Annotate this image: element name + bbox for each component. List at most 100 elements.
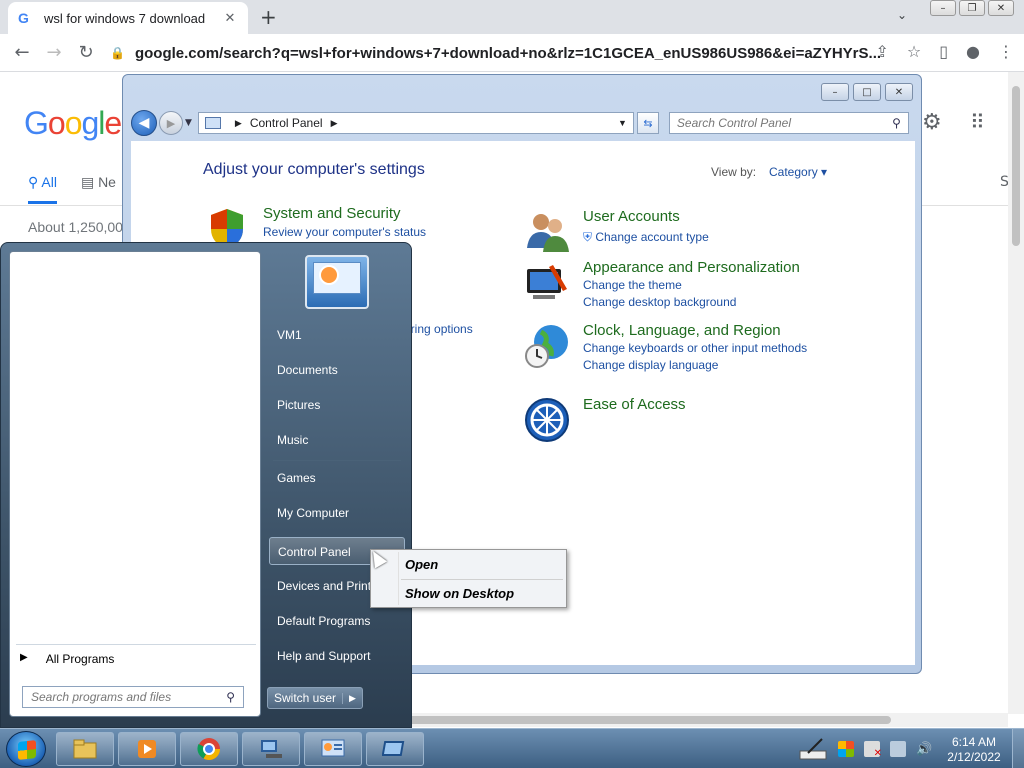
- start-item-music[interactable]: Music: [269, 426, 405, 454]
- category-link[interactable]: Change keyboards or other input methods: [583, 341, 807, 355]
- close-tab-icon[interactable]: ✕: [222, 11, 238, 26]
- lock-icon[interactable]: 🔒: [110, 46, 125, 60]
- page-title: Adjust your computer's settings: [203, 161, 425, 178]
- minimize-icon[interactable]: –: [930, 0, 956, 16]
- breadcrumb-control-panel[interactable]: Control Panel: [250, 116, 323, 130]
- cp-refresh-icon[interactable]: ⇆: [636, 112, 659, 134]
- new-tab-icon[interactable]: +: [260, 5, 277, 29]
- address-dropdown-icon[interactable]: ▼: [618, 118, 627, 128]
- cp-address-bar[interactable]: ▶ Control Panel ▶ ▼: [197, 112, 634, 134]
- category-link[interactable]: Change the theme: [583, 278, 682, 292]
- start-item-default-programs[interactable]: Default Programs: [269, 607, 405, 635]
- start-item-pictures[interactable]: Pictures: [269, 391, 405, 419]
- forward-icon[interactable]: →: [38, 42, 70, 63]
- category-title[interactable]: Clock, Language, and Region: [583, 322, 781, 339]
- browser-tab[interactable]: G wsl for windows 7 download ✕: [8, 2, 248, 34]
- show-desktop-button[interactable]: [1012, 729, 1024, 768]
- recent-pages-chevron-icon[interactable]: ▼: [185, 118, 192, 128]
- start-item-documents[interactable]: Documents: [269, 356, 405, 384]
- back-icon[interactable]: ←: [6, 42, 38, 63]
- network-icon[interactable]: [890, 741, 906, 757]
- menu-kebab-icon[interactable]: ⋮: [998, 42, 1014, 61]
- restore-icon[interactable]: ❐: [959, 0, 985, 16]
- side-panel-icon[interactable]: ▯: [939, 42, 948, 61]
- start-item-games[interactable]: Games: [269, 464, 405, 492]
- google-favicon-icon: G: [18, 10, 29, 26]
- taskbar: ✕ 🔊 6:14 AM 2/12/2022: [0, 728, 1024, 768]
- network-error-icon[interactable]: ✕: [864, 741, 882, 759]
- taskbar-media-player[interactable]: [118, 732, 176, 766]
- start-item-help-support[interactable]: Help and Support: [269, 642, 405, 670]
- context-menu-show-on-desktop[interactable]: Show on Desktop: [373, 581, 564, 607]
- reload-icon[interactable]: ↻: [70, 42, 102, 63]
- url-text: google.com/search?q=wsl+for+windows+7+do…: [134, 44, 880, 62]
- vertical-scrollbar[interactable]: [1008, 72, 1024, 714]
- search-icon[interactable]: ⚲: [226, 690, 235, 704]
- pen-input-icon[interactable]: [798, 737, 828, 761]
- globe-clock-icon[interactable]: [523, 322, 571, 370]
- cp-maximize-icon[interactable]: □: [853, 83, 881, 101]
- tab-news[interactable]: ▤ Ne: [81, 174, 116, 204]
- share-icon[interactable]: ⇪: [875, 42, 888, 61]
- control-panel-icon: [321, 739, 345, 757]
- divider: [401, 579, 563, 580]
- shutdown-options-arrow-icon[interactable]: ▶: [342, 692, 362, 704]
- control-panel-small-icon: [204, 117, 221, 129]
- start-search-input[interactable]: Search programs and files ⚲: [22, 686, 244, 708]
- start-menu: ▶ All Programs Search programs and files…: [0, 242, 412, 728]
- start-item-my-computer[interactable]: My Computer: [269, 499, 405, 527]
- triangle-right-icon: ▶: [20, 652, 28, 663]
- all-programs-button[interactable]: ▶ All Programs: [20, 652, 114, 666]
- cp-back-icon[interactable]: ◀: [131, 110, 157, 136]
- clock[interactable]: 6:14 AM 2/12/2022: [944, 735, 1004, 765]
- volume-icon[interactable]: 🔊: [916, 742, 932, 757]
- cp-close-icon[interactable]: ✕: [885, 83, 913, 101]
- address-bar[interactable]: 🔒 google.com/search?q=wsl+for+windows+7+…: [110, 39, 880, 67]
- category-title[interactable]: Ease of Access: [583, 396, 686, 413]
- users-icon[interactable]: [523, 208, 571, 256]
- category-link[interactable]: Change desktop background: [583, 295, 736, 309]
- taskbar-chrome[interactable]: [180, 732, 238, 766]
- action-center-flag-icon[interactable]: [838, 741, 854, 757]
- paintbrush-monitor-icon[interactable]: [523, 259, 571, 307]
- apps-grid-icon[interactable]: ⠿: [970, 110, 985, 134]
- view-by-dropdown[interactable]: Category ▾: [769, 165, 827, 179]
- close-window-icon[interactable]: ✕: [988, 0, 1014, 16]
- taskbar-explorer[interactable]: [56, 732, 114, 766]
- category-title[interactable]: System and Security: [263, 205, 401, 222]
- taskbar-control-panel[interactable]: [304, 732, 362, 766]
- breadcrumb-arrow-icon[interactable]: ▶: [331, 118, 338, 129]
- context-menu-open[interactable]: Open: [373, 552, 564, 578]
- ease-of-access-icon[interactable]: [523, 396, 571, 444]
- google-search-tabs: ⚲ All ▤ Ne: [28, 174, 116, 204]
- profile-avatar-icon[interactable]: ●: [966, 42, 980, 61]
- category-link-partial[interactable]: aring options: [404, 322, 473, 336]
- bookmark-star-icon[interactable]: ☆: [907, 42, 921, 61]
- clock-time: 6:14 AM: [951, 735, 997, 749]
- cp-forward-icon[interactable]: ▶: [159, 111, 183, 135]
- toolbar-actions: ⇪ ☆ ▯ ● ⋮: [875, 42, 1014, 61]
- browser-window-controls: – ❐ ✕: [927, 0, 1014, 16]
- user-picture-icon[interactable]: [305, 255, 369, 309]
- cp-search-input[interactable]: Search Control Panel ⚲: [668, 112, 909, 134]
- category-title[interactable]: User Accounts: [583, 208, 680, 225]
- cp-minimize-icon[interactable]: –: [821, 83, 849, 101]
- tab-search-chevron-icon[interactable]: ⌄: [897, 8, 907, 22]
- window-icon: [382, 741, 405, 756]
- media-player-icon: [138, 740, 156, 758]
- category-title[interactable]: Appearance and Personalization: [583, 259, 800, 276]
- category-link[interactable]: Review your computer's status: [263, 225, 426, 239]
- start-button[interactable]: [6, 731, 46, 767]
- category-link[interactable]: Change display language: [583, 358, 718, 372]
- search-icon[interactable]: ⚲: [892, 116, 901, 130]
- breadcrumb-arrow-icon[interactable]: ▶: [235, 118, 242, 129]
- switch-user-button[interactable]: Switch user ▶: [267, 687, 363, 709]
- taskbar-remote-desktop[interactable]: [366, 732, 424, 766]
- gear-icon[interactable]: ⚙: [922, 110, 942, 135]
- tab-all[interactable]: ⚲ All: [28, 174, 57, 204]
- vertical-scroll-thumb[interactable]: [1012, 86, 1020, 246]
- taskbar-network[interactable]: [242, 732, 300, 766]
- google-logo[interactable]: Google: [24, 105, 122, 142]
- category-link[interactable]: ⛨ Change account type: [583, 230, 709, 245]
- start-item-vm1[interactable]: VM1: [269, 321, 405, 349]
